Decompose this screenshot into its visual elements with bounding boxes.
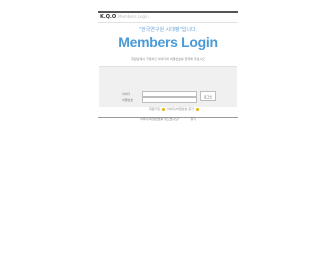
password-input[interactable] — [142, 97, 197, 103]
find-dot-icon — [195, 107, 199, 111]
header-subtitle: Members Login — [118, 14, 149, 19]
id-label: 아이디 — [122, 92, 131, 96]
find-link[interactable]: 찾기 — [190, 117, 196, 121]
join-label: 회원가입 — [149, 107, 161, 111]
password-label: 비밀번호 — [122, 98, 134, 102]
site-logo[interactable]: K.Q.O — [100, 14, 116, 20]
join-link[interactable]: 회원가입 — [149, 107, 166, 111]
find-label: 아이디/비밀번호 찾기 — [167, 107, 194, 111]
login-description: 회원님께서 가입하신 아이디와 비밀번호를 입력해 주십시오 — [131, 57, 205, 61]
page-title: Members Login — [118, 34, 218, 50]
header-bar: K.Q.O Members Login — [98, 13, 238, 23]
forgot-text: 아이디/비밀번호를 잊으셨나요? — [140, 117, 180, 121]
login-button[interactable]: 로그인 — [200, 91, 216, 101]
find-id-link[interactable]: 아이디/비밀번호 찾기 — [167, 107, 199, 111]
login-panel: K.Q.O Members Login "한국연구원 시대평"입니다. Memb… — [98, 11, 238, 121]
login-form: 아이디 비밀번호 로그인 회원가입 아이디/비밀번호 찾기 — [99, 66, 237, 111]
welcome-text: "한국연구원 시대평"입니다. — [138, 27, 198, 33]
join-dot-icon — [162, 107, 166, 111]
footer-links: 아이디/비밀번호를 잊으셨나요? 찾기 — [98, 117, 238, 122]
